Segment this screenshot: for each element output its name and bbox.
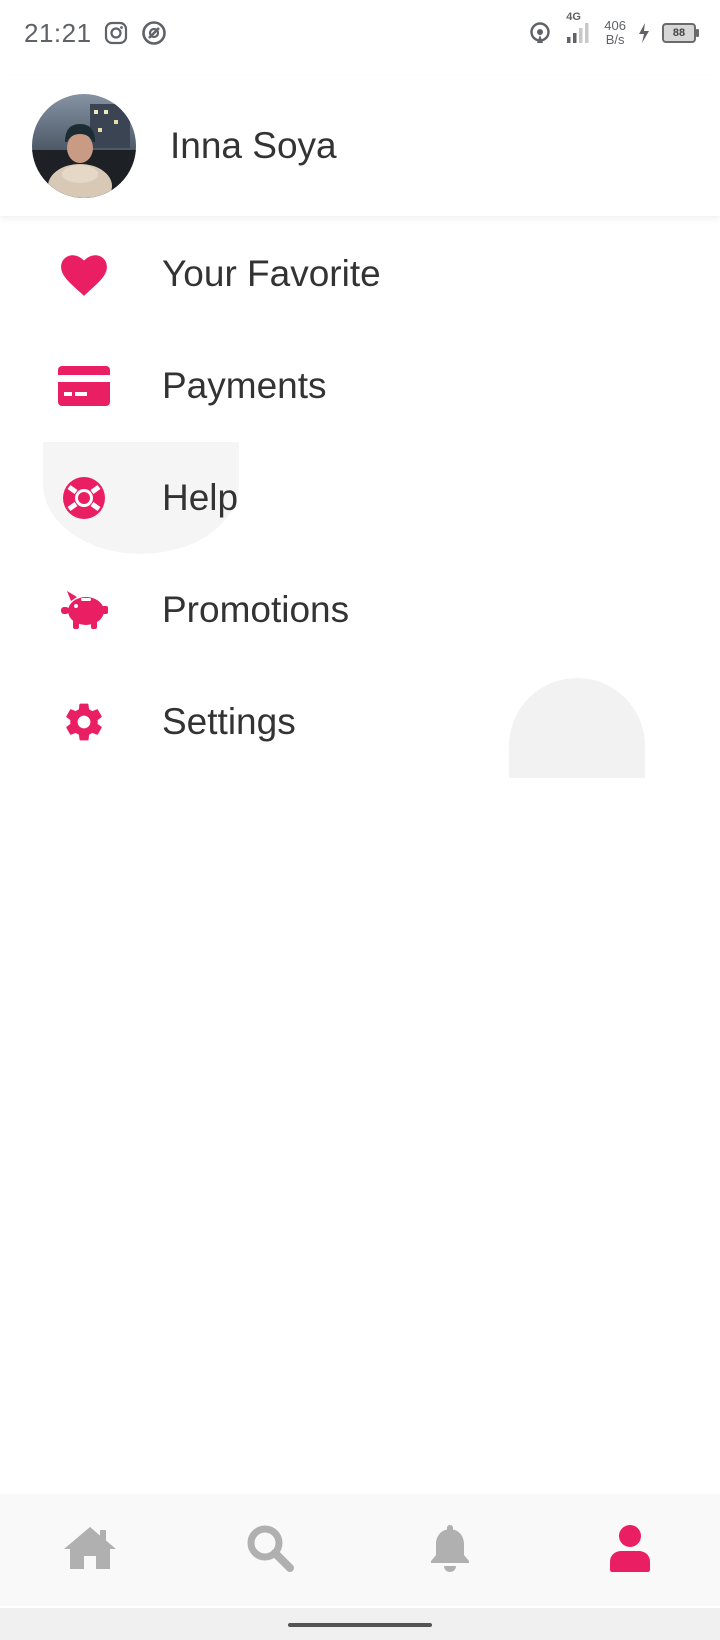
avatar[interactable]	[32, 94, 136, 198]
hotspot-icon	[526, 19, 554, 47]
status-bar: 21:21 4G 406 B/s 88	[0, 0, 720, 66]
search-icon	[245, 1523, 295, 1578]
net-speed-unit: B/s	[605, 32, 625, 47]
nav-notifications-button[interactable]	[405, 1505, 495, 1595]
menu-item-promotions[interactable]: Promotions	[0, 554, 720, 666]
menu-label: Settings	[162, 701, 296, 742]
network-type: 4G	[566, 11, 581, 23]
nav-search-button[interactable]	[225, 1505, 315, 1595]
menu-label: Help	[162, 477, 239, 518]
signal-icon: 4G	[564, 11, 594, 47]
net-speed: 406 B/s	[604, 19, 626, 47]
menu-list: Your Favorite Payments Help Promotions S…	[0, 218, 720, 778]
nav-home-button[interactable]	[45, 1505, 135, 1595]
user-icon	[608, 1524, 652, 1577]
menu-label: Promotions	[162, 589, 350, 630]
vpn-icon	[140, 19, 168, 47]
battery-icon: 88	[662, 23, 699, 43]
menu-item-help[interactable]: Help	[0, 442, 720, 554]
bell-icon	[428, 1523, 472, 1578]
charging-icon	[636, 19, 652, 47]
profile-header[interactable]: Inna Soya	[0, 76, 720, 216]
life-ring-icon	[48, 462, 120, 534]
heart-icon	[48, 238, 120, 310]
menu-item-payments[interactable]: Payments	[0, 330, 720, 442]
net-speed-value: 406	[604, 18, 626, 33]
status-left: 21:21	[24, 18, 168, 49]
gear-icon	[48, 686, 120, 758]
instagram-icon	[102, 19, 130, 47]
credit-card-icon	[48, 350, 120, 422]
bottom-nav	[0, 1494, 720, 1606]
menu-label: Payments	[162, 365, 327, 406]
home-gesture-bar[interactable]	[288, 1623, 432, 1627]
status-time: 21:21	[24, 17, 92, 48]
system-gesture-area	[0, 1608, 720, 1640]
menu-label: Your Favorite	[162, 253, 381, 294]
status-right: 4G 406 B/s 88	[526, 11, 699, 47]
menu-item-settings[interactable]: Settings	[0, 666, 720, 778]
profile-name: Inna Soya	[170, 125, 337, 166]
home-icon	[62, 1525, 118, 1576]
menu-item-favorite[interactable]: Your Favorite	[0, 218, 720, 330]
piggy-bank-icon	[48, 574, 120, 646]
nav-profile-button[interactable]	[585, 1505, 675, 1595]
